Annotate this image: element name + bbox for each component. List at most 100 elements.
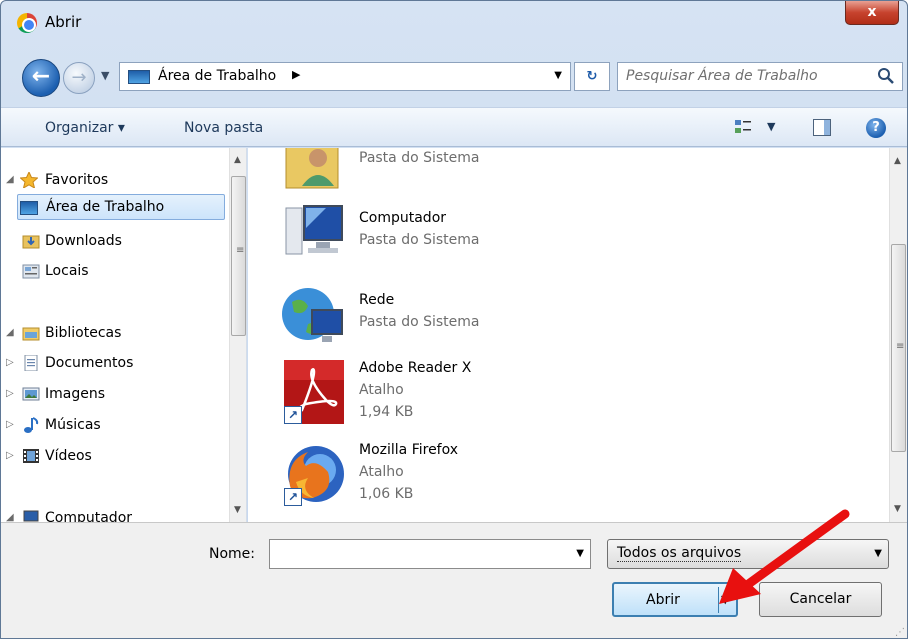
help-icon[interactable]: ? <box>866 118 886 138</box>
nav-downloads-label: Downloads <box>45 233 122 249</box>
file-sub: Pasta do Sistema <box>359 150 480 166</box>
resize-grip-icon[interactable]: ⋰ <box>895 627 905 638</box>
file-size: 1,94 KB <box>359 404 414 420</box>
file-item-computer[interactable]: Computador Pasta do Sistema <box>278 202 838 274</box>
chrome-app-icon <box>17 13 37 33</box>
file-sub: Atalho <box>359 464 404 480</box>
nav-computer[interactable]: ◢ Computador <box>1 506 227 522</box>
file-sub: Pasta do Sistema <box>359 314 480 330</box>
file-sub: Atalho <box>359 382 404 398</box>
file-name-field[interactable]: ▼ <box>269 539 591 569</box>
collapse-arrow-icon[interactable]: ▷ <box>6 388 14 399</box>
open-file-dialog: Abrir x ← → ▼ Área de Trabalho ▶ ▼ ↻ Pes… <box>0 0 908 639</box>
user-folder-icon <box>285 148 339 189</box>
film-icon <box>23 449 39 463</box>
back-button[interactable]: ← <box>22 59 60 97</box>
nav-music[interactable]: ▷ Músicas <box>1 413 227 439</box>
file-type-value: Todos os arquivos <box>617 545 742 562</box>
nav-favorites[interactable]: ◢ Favoritos <box>1 168 227 194</box>
collapse-arrow-icon[interactable]: ▷ <box>6 419 14 430</box>
nav-libraries[interactable]: ◢ Bibliotecas <box>1 321 227 347</box>
nav-places-label: Locais <box>45 263 89 279</box>
nav-videos-label: Vídeos <box>45 448 92 464</box>
organize-button[interactable]: Organizar ▾ <box>45 120 125 136</box>
search-input[interactable]: Pesquisar Área de Trabalho <box>617 62 903 91</box>
scroll-down-arrow-icon[interactable]: ▼ <box>234 505 241 515</box>
open-button-label[interactable]: Abrir <box>646 592 680 608</box>
scroll-up-arrow-icon[interactable]: ▲ <box>234 155 241 165</box>
close-button[interactable]: x <box>845 1 899 25</box>
file-item-network[interactable]: Rede Pasta do Sistema <box>278 284 838 356</box>
file-sub: Pasta do Sistema <box>359 232 480 248</box>
music-note-icon <box>24 417 39 433</box>
images-icon <box>22 387 40 401</box>
nav-places[interactable]: Locais <box>1 259 227 285</box>
file-list: Pasta do Sistema Computador Pasta do Sis… <box>248 148 889 522</box>
command-toolbar: Organizar ▾ Nova pasta ▼ ? <box>1 107 907 147</box>
split-divider <box>718 587 719 613</box>
recent-places-icon <box>22 264 40 279</box>
file-item-firefox[interactable]: ↗ Mozilla Firefox Atalho 1,06 KB <box>278 440 838 520</box>
address-dropdown-icon[interactable]: ▼ <box>554 70 562 81</box>
file-item-adobe-reader[interactable]: ↗ Adobe Reader X Atalho 1,94 KB <box>278 358 838 438</box>
file-name: Mozilla Firefox <box>359 442 459 458</box>
collapse-arrow-icon[interactable]: ▷ <box>6 450 14 461</box>
downloads-folder-icon <box>22 235 40 249</box>
nav-music-label: Músicas <box>45 417 101 433</box>
views-icon[interactable] <box>734 118 752 136</box>
nav-images-label: Imagens <box>45 386 106 402</box>
address-bar[interactable]: Área de Trabalho ▶ ▼ <box>119 62 571 91</box>
recent-locations-dropdown[interactable]: ▼ <box>101 69 109 82</box>
search-icon[interactable] <box>876 66 896 86</box>
expand-arrow-icon[interactable]: ◢ <box>6 174 14 185</box>
scroll-up-arrow-icon[interactable]: ▲ <box>894 156 901 166</box>
scrollbar-thumb[interactable]: ≡ <box>891 244 906 452</box>
file-item-user-folder[interactable]: Pasta do Sistema <box>278 148 838 208</box>
nav-downloads[interactable]: Downloads <box>1 229 227 255</box>
scrollbar-thumb[interactable]: ≡ <box>231 176 246 336</box>
file-list-scrollbar[interactable]: ▲ ≡ ▼ <box>889 148 907 522</box>
file-name: Rede <box>359 292 395 308</box>
nav-videos[interactable]: ▷ Vídeos <box>1 444 227 470</box>
open-button[interactable]: Abrir ▼ <box>612 582 738 617</box>
cancel-button[interactable]: Cancelar <box>759 582 882 617</box>
expand-arrow-icon[interactable]: ◢ <box>6 327 14 338</box>
computer-icon <box>23 510 39 522</box>
file-type-dropdown-icon[interactable]: ▼ <box>874 548 882 559</box>
expand-arrow-icon[interactable]: ◢ <box>6 512 14 522</box>
refresh-button[interactable]: ↻ <box>574 62 610 91</box>
nav-libraries-label: Bibliotecas <box>45 325 122 341</box>
views-dropdown-icon[interactable]: ▼ <box>767 120 775 133</box>
nav-favorites-label: Favoritos <box>45 172 109 188</box>
nav-documents[interactable]: ▷ Documentos <box>1 351 227 377</box>
navigation-pane: ◢ Favoritos Área de Trabalho Downloads L… <box>1 148 247 522</box>
computer-icon <box>285 205 343 255</box>
nav-documents-label: Documentos <box>45 355 134 371</box>
file-name-label: Nome: <box>209 546 256 562</box>
file-size: 1,06 KB <box>359 486 414 502</box>
libraries-icon <box>22 327 40 341</box>
breadcrumb-chevron-icon[interactable]: ▶ <box>292 68 300 81</box>
new-folder-button[interactable]: Nova pasta <box>184 120 263 136</box>
documents-icon <box>24 355 38 371</box>
window-title: Abrir <box>45 13 82 31</box>
open-options-dropdown-icon[interactable]: ▼ <box>721 593 729 606</box>
file-name-dropdown-icon[interactable]: ▼ <box>576 548 584 559</box>
forward-button[interactable]: → <box>63 62 95 94</box>
address-location[interactable]: Área de Trabalho <box>158 68 276 84</box>
nav-images[interactable]: ▷ Imagens <box>1 382 227 408</box>
preview-pane-icon[interactable] <box>813 119 831 136</box>
desktop-icon <box>128 70 150 84</box>
scroll-down-arrow-icon[interactable]: ▼ <box>894 504 901 514</box>
file-name: Computador <box>359 210 447 226</box>
shortcut-overlay-icon: ↗ <box>284 488 302 506</box>
navigation-scrollbar[interactable]: ▲ ≡ ▼ <box>229 148 246 522</box>
file-name: Adobe Reader X <box>359 360 472 376</box>
file-type-select[interactable]: Todos os arquivos ▼ <box>607 539 889 569</box>
nav-desktop[interactable]: Área de Trabalho <box>17 194 225 220</box>
nav-desktop-label: Área de Trabalho <box>46 199 165 215</box>
dialog-footer: Nome: ▼ Todos os arquivos ▼ Abrir ▼ Canc… <box>1 522 907 638</box>
shortcut-overlay-icon: ↗ <box>284 406 302 424</box>
collapse-arrow-icon[interactable]: ▷ <box>6 357 14 368</box>
title-bar: Abrir x <box>1 1 907 47</box>
